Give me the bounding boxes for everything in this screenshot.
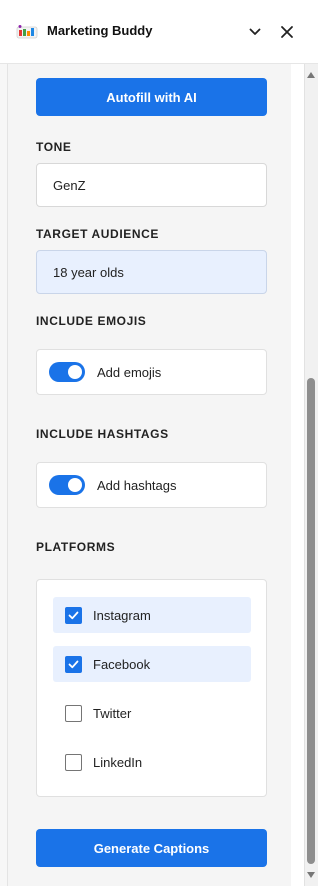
scroll-down-icon[interactable] (307, 872, 315, 878)
panel-header: Marketing Buddy (0, 0, 318, 64)
include-hashtags-label: INCLUDE HASHTAGS (36, 427, 169, 441)
panel-left-edge (0, 64, 8, 886)
emojis-toggle-label: Add emojis (97, 365, 162, 380)
toggle-knob (68, 478, 82, 492)
chevron-down-icon (249, 28, 261, 35)
target-audience-input[interactable]: 18 year olds (36, 250, 267, 294)
tone-label: TONE (36, 140, 72, 154)
target-audience-value: 18 year olds (53, 264, 124, 280)
platform-label: Instagram (93, 608, 151, 623)
hashtags-toggle[interactable] (49, 475, 85, 495)
platforms-card: Instagram Facebook Twitter LinkedIn (36, 579, 267, 797)
checkbox-checked-icon[interactable] (65, 656, 82, 673)
target-audience-label: TARGET AUDIENCE (36, 227, 159, 241)
scrollbar-thumb[interactable] (307, 378, 315, 864)
collapse-button[interactable] (243, 20, 267, 44)
close-icon (281, 26, 293, 38)
tone-input[interactable]: GenZ (36, 163, 267, 207)
marketing-buddy-logo (16, 25, 38, 39)
platforms-label: PLATFORMS (36, 540, 116, 554)
checkbox-unchecked-icon[interactable] (65, 754, 82, 771)
platform-label: Facebook (93, 657, 151, 672)
generate-captions-button[interactable]: Generate Captions (36, 829, 267, 867)
platform-twitter[interactable]: Twitter (53, 695, 251, 731)
emojis-toggle-card: Add emojis (36, 349, 267, 395)
autofill-button[interactable]: Autofill with AI (36, 78, 267, 116)
checkbox-checked-icon[interactable] (65, 607, 82, 624)
platform-instagram[interactable]: Instagram (53, 597, 251, 633)
platform-linkedin[interactable]: LinkedIn (53, 744, 251, 780)
hashtags-toggle-card: Add hashtags (36, 462, 267, 508)
hashtags-toggle-label: Add hashtags (97, 478, 177, 493)
checkbox-unchecked-icon[interactable] (65, 705, 82, 722)
platform-label: LinkedIn (93, 755, 143, 770)
scroll-up-icon[interactable] (307, 72, 315, 78)
toggle-knob (68, 365, 82, 379)
tone-value: GenZ (53, 177, 86, 193)
close-button[interactable] (275, 20, 299, 44)
include-emojis-label: INCLUDE EMOJIS (36, 314, 147, 328)
emojis-toggle[interactable] (49, 362, 85, 382)
platform-label: Twitter (93, 706, 132, 721)
app-title: Marketing Buddy (47, 23, 153, 38)
platform-facebook[interactable]: Facebook (53, 646, 251, 682)
